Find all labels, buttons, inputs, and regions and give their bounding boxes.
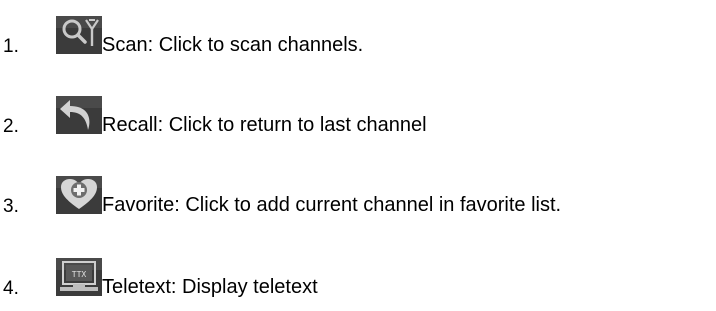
list-number: 2.	[3, 116, 19, 137]
item-label: Favorite: Click to add current channel i…	[102, 194, 562, 216]
item-label: Teletext: Display teletext	[102, 276, 318, 298]
teletext-icon[interactable]: TTX	[56, 258, 102, 296]
favorite-icon[interactable]	[56, 176, 102, 214]
item-label: Recall: Click to return to last channel	[102, 114, 427, 136]
list-number: 3.	[3, 196, 19, 217]
list-number: 4.	[3, 278, 19, 299]
recall-icon[interactable]	[56, 96, 102, 134]
list-item-teletext: 4. TTX Teletext: Display teletext	[0, 0, 716, 299]
svg-text:TTX: TTX	[72, 270, 87, 279]
